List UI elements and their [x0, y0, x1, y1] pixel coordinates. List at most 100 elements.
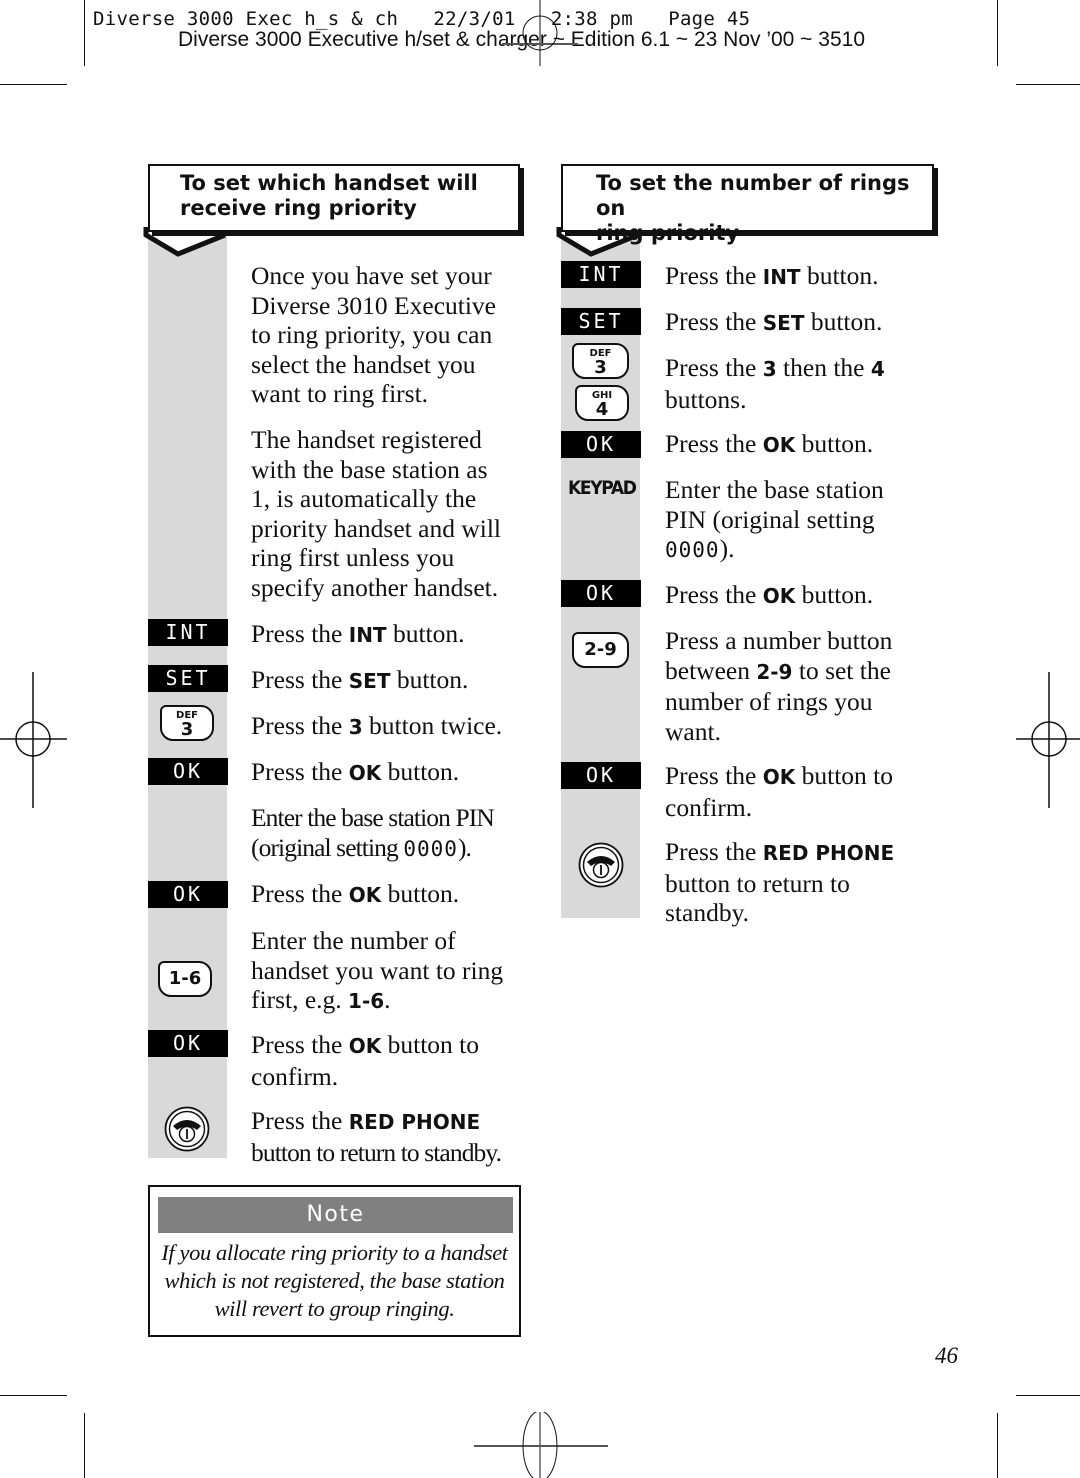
text: Press the — [665, 761, 763, 790]
title-line: To set which handset will — [180, 171, 478, 195]
left-step-8: Press the OK button to confirm. — [251, 1030, 479, 1091]
key-number: 2-9 — [584, 639, 617, 660]
left-step-6: Press the OK button. — [251, 879, 459, 911]
key-4-ghi-icon: GHI 4 — [575, 385, 629, 421]
key-label: 1-6 — [348, 989, 385, 1013]
text-line: Once you have set your — [251, 261, 492, 290]
text: button. — [386, 619, 465, 648]
text: (original setting — [251, 832, 404, 862]
key-label: 3 — [348, 715, 363, 739]
red-phone-icon — [164, 1106, 210, 1152]
crop-mark — [84, 1413, 85, 1478]
text-line: select the handset you — [251, 349, 476, 379]
text: Press the — [251, 1030, 349, 1059]
key-2-9-icon: 2-9 — [572, 632, 629, 668]
text: Press the — [251, 1106, 349, 1135]
text-line: ring first unless you — [251, 543, 455, 572]
note-heading: Note — [158, 1197, 513, 1233]
right-step-5: Enter the base station PIN (original set… — [665, 475, 884, 566]
text-line: Press the 3 then the 4 — [665, 353, 885, 385]
right-section-title: To set the number of rings on ring prior… — [561, 164, 934, 245]
key-label: 4 — [870, 357, 885, 381]
text: button to — [795, 761, 894, 790]
text: button. — [381, 879, 460, 908]
text: Press the — [665, 353, 763, 382]
text: button. — [381, 757, 460, 786]
text-line: Diverse 3010 Executive — [251, 290, 497, 320]
pin-code: 0000 — [403, 836, 458, 861]
crop-mark — [84, 0, 85, 66]
text-line: Press the RED PHONE — [251, 1106, 501, 1138]
text-line: Press the RED PHONE — [665, 837, 894, 869]
text-line: Enter the base station PIN — [251, 803, 495, 832]
registration-mark-right-icon — [1016, 672, 1080, 808]
right-step-9: Press the RED PHONE button to return to … — [665, 837, 894, 928]
note-line: will revert to group ringing. — [214, 1296, 455, 1321]
set-key-icon: SET — [148, 665, 228, 692]
text: . — [384, 985, 391, 1014]
text: Press the — [251, 757, 349, 786]
text: first, e.g. — [251, 985, 349, 1014]
left-step-1: Press the INT button. — [251, 619, 465, 651]
text-line: first, e.g. 1-6. — [251, 985, 503, 1017]
text-line: want to ring first. — [251, 379, 429, 408]
text-line: The handset registered — [251, 425, 482, 454]
text-line: priority handset and will — [251, 513, 501, 543]
text-line: Enter the base station — [665, 475, 884, 504]
key-label: OK — [348, 761, 382, 785]
text-line: PIN (original setting — [665, 504, 875, 534]
left-step-4: Press the OK button. — [251, 757, 459, 789]
crop-mark — [997, 0, 998, 66]
key-label: RED PHONE — [348, 1110, 481, 1134]
text-line: (original setting 0000). — [251, 833, 494, 865]
text: between — [665, 655, 757, 685]
key-label: INT — [348, 623, 387, 647]
ok-key-icon: OK — [148, 758, 228, 785]
text: Press the — [665, 429, 763, 458]
ok-key-icon: OK — [561, 762, 641, 789]
text: Press the — [251, 879, 349, 908]
crop-mark — [1016, 84, 1080, 85]
text-line: to ring priority, you can — [251, 320, 493, 349]
page-number: 46 — [935, 1343, 958, 1368]
text: Press the — [251, 711, 349, 740]
title-line: ring priority — [596, 221, 740, 245]
text-line: between 2-9 to set the — [665, 656, 892, 688]
right-step-3: Press the 3 then the 4 buttons. — [665, 353, 885, 414]
int-key-icon: INT — [148, 619, 228, 646]
left-key-column — [148, 232, 227, 1158]
text: Press the — [665, 580, 763, 609]
text: Press the — [251, 619, 349, 648]
text: Press the — [665, 307, 763, 336]
key-label: OK — [762, 433, 796, 457]
text-line: handset you want to ring — [251, 955, 504, 985]
key-label: OK — [762, 765, 796, 789]
text: ). — [719, 534, 735, 563]
text-line: specify another handset. — [251, 572, 499, 602]
left-step-5: Enter the base station PIN (original set… — [251, 803, 495, 865]
text-line: confirm. — [251, 1061, 339, 1091]
text-line: Press a number button — [665, 626, 893, 655]
text: button. — [800, 261, 879, 290]
text: ). — [457, 832, 472, 862]
crop-mark — [0, 1395, 67, 1396]
text-line: with the base station as — [251, 454, 488, 484]
text: Press the — [665, 837, 763, 866]
text: button. — [795, 580, 874, 609]
right-step-7: Press a number button between 2-9 to set… — [665, 626, 892, 746]
right-step-4: Press the OK button. — [665, 429, 873, 461]
right-step-6: Press the OK button. — [665, 580, 873, 612]
int-key-icon: INT — [561, 261, 641, 288]
pin-code: 0000 — [665, 538, 720, 562]
crop-mark — [997, 1413, 998, 1478]
key-label: RED PHONE — [762, 841, 895, 865]
left-section-title: To set which handset will receive ring p… — [148, 164, 520, 232]
key-1-6-icon: 1-6 — [158, 961, 212, 997]
title-line: To set the number of rings on — [596, 171, 910, 220]
key-label: SET — [348, 669, 391, 693]
text-line: Press the OK button to — [251, 1030, 479, 1062]
text-line: confirm. — [665, 792, 753, 822]
keypad-label: KEYPAD — [568, 477, 637, 499]
key-3-def-icon: DEF 3 — [160, 705, 214, 741]
ok-key-icon: OK — [148, 881, 228, 908]
